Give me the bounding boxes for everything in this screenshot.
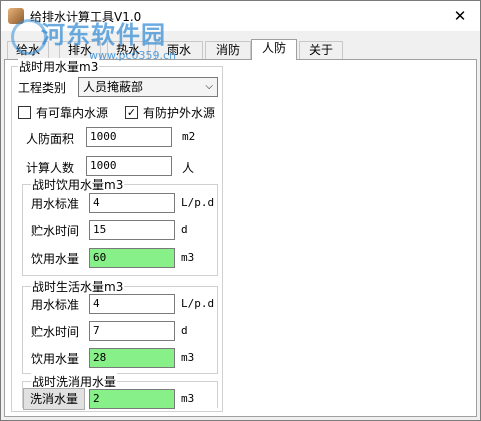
reliable-internal-source-label: 有可靠内水源 — [36, 106, 109, 120]
people-label: 计算人数 — [26, 161, 75, 175]
area-input[interactable]: 1000 — [86, 127, 172, 147]
project-type-label: 工程类别 — [18, 81, 67, 95]
living-volume-label: 饮用水量 — [31, 352, 80, 366]
app-window: 给排水计算工具V1.0 ✕ 给水 排水 热水 雨水 消防 人防 关于 战时用水量… — [0, 0, 481, 421]
app-icon — [8, 8, 24, 24]
area-label: 人防面积 — [26, 132, 75, 146]
living-storage-input[interactable]: 7 — [89, 321, 175, 341]
checkmark-icon: ✓ — [126, 106, 137, 119]
decon-volume-output: 2 — [89, 389, 175, 409]
decon-volume-unit: m3 — [181, 392, 195, 405]
chevron-down-icon: ⌵ — [205, 81, 213, 92]
decon-water-group: 战时洗消用水量 洗消水量 2 m3 — [22, 373, 218, 410]
tab-fire[interactable]: 消防 — [205, 41, 251, 59]
drinking-water-group-title: 战时饮用水量m3 — [31, 176, 125, 193]
drinking-storage-unit: d — [181, 223, 188, 236]
protected-external-source-checkbox[interactable]: ✓ — [125, 106, 138, 119]
title-bar: 给排水计算工具V1.0 ✕ — [1, 1, 480, 31]
living-volume-unit: m3 — [181, 351, 195, 364]
drinking-storage-input[interactable]: 15 — [89, 220, 175, 240]
drinking-volume-output: 60 — [89, 248, 175, 268]
drinking-volume-label: 饮用水量 — [31, 252, 80, 266]
close-button[interactable]: ✕ — [440, 1, 480, 31]
drinking-std-label: 用水标准 — [31, 197, 80, 211]
living-water-group: 战时生活水量m3 用水标准 4 L/p.d 贮水时间 7 d 饮用水量 28 m… — [22, 278, 218, 374]
living-std-input[interactable]: 4 — [89, 294, 175, 314]
window-title: 给排水计算工具V1.0 — [30, 10, 142, 24]
drinking-storage-label: 贮水时间 — [31, 224, 80, 238]
living-storage-unit: d — [181, 324, 188, 337]
tab-civil-defense[interactable]: 人防 — [251, 39, 297, 60]
tab-rainwater[interactable]: 雨水 — [155, 41, 203, 59]
tab-hot-water[interactable]: 热水 — [107, 41, 149, 59]
drinking-volume-unit: m3 — [181, 251, 195, 264]
tab-about[interactable]: 关于 — [299, 41, 343, 59]
living-std-unit: L/p.d — [181, 297, 215, 310]
project-type-select[interactable]: 人员掩蔽部 ⌵ — [78, 77, 218, 97]
living-std-label: 用水标准 — [31, 298, 80, 312]
protected-external-source-label: 有防护外水源 — [143, 106, 216, 120]
area-unit: m2 — [182, 130, 196, 143]
drinking-std-input[interactable]: 4 — [89, 193, 175, 213]
civil-defense-panel: 战时用水量m3 工程类别 人员掩蔽部 ⌵ 有可靠内水源 ✓ 有防护外水源 人防面… — [4, 58, 477, 417]
drinking-std-unit: L/p.d — [181, 196, 215, 209]
tab-water-supply[interactable]: 给水 — [7, 41, 49, 59]
people-unit: 人 — [182, 161, 195, 175]
project-type-value: 人员掩蔽部 — [83, 80, 144, 94]
wartime-water-group: 战时用水量m3 工程类别 人员掩蔽部 ⌵ 有可靠内水源 ✓ 有防护外水源 人防面… — [11, 58, 223, 412]
tab-drainage[interactable]: 排水 — [59, 41, 101, 59]
drinking-water-group: 战时饮用水量m3 用水标准 4 L/p.d 贮水时间 15 d 饮用水量 60 … — [22, 176, 218, 276]
living-water-group-title: 战时生活水量m3 — [31, 278, 125, 295]
people-input[interactable]: 1000 — [86, 156, 172, 176]
living-volume-output: 28 — [89, 348, 175, 368]
decon-volume-button[interactable]: 洗消水量 — [23, 388, 85, 410]
living-storage-label: 贮水时间 — [31, 325, 80, 339]
reliable-internal-source-checkbox[interactable] — [18, 106, 31, 119]
wartime-water-group-title: 战时用水量m3 — [18, 58, 100, 75]
